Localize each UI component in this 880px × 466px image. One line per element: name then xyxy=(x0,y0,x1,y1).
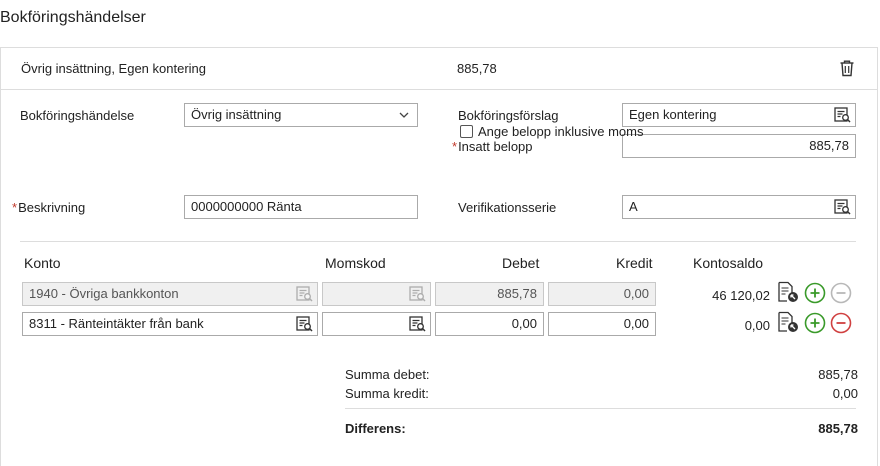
debit-field: 885,78 xyxy=(435,282,544,306)
event-amount: 885,78 xyxy=(457,61,497,76)
difference-value: 885,78 xyxy=(818,421,858,436)
vat-code-field xyxy=(322,282,431,306)
lookup-icon[interactable] xyxy=(834,107,851,123)
divider xyxy=(20,241,856,242)
required-marker: * xyxy=(12,200,18,215)
lookup-icon xyxy=(296,286,313,302)
incl-vat-checkbox[interactable] xyxy=(460,125,473,138)
lookup-icon[interactable] xyxy=(834,199,851,215)
summary-divider xyxy=(345,408,856,409)
series-field[interactable]: A xyxy=(622,195,856,219)
account-value: 1940 - Övriga bankkonton xyxy=(29,286,179,301)
account-value: 8311 - Ränteintäkter från bank xyxy=(29,316,204,331)
sum-debit-label: Summa debet: xyxy=(345,367,430,382)
account-info-icon[interactable] xyxy=(777,311,799,333)
remove-row-icon xyxy=(830,282,852,304)
account-field: 1940 - Övriga bankkonton xyxy=(22,282,318,306)
col-header-account: Konto xyxy=(24,255,61,271)
remove-row-icon[interactable] xyxy=(830,312,852,334)
col-header-vat: Momskod xyxy=(325,255,386,271)
event-select-value: Övrig insättning xyxy=(191,107,282,122)
credit-field: 0,00 xyxy=(548,282,656,306)
event-description: Övrig insättning, Egen kontering xyxy=(21,61,206,76)
incl-vat-option[interactable]: Ange belopp inklusive moms xyxy=(460,124,643,139)
account-info-icon[interactable] xyxy=(777,281,799,303)
description-input[interactable]: 0000000000 Ränta xyxy=(184,195,418,219)
col-header-balance: Kontosaldo xyxy=(693,255,764,271)
series-label: Verifikationsserie xyxy=(458,200,557,215)
trash-icon[interactable] xyxy=(837,58,857,78)
amount-label: *Insatt belopp xyxy=(452,139,533,154)
required-marker: * xyxy=(452,139,458,154)
description-label-text: Beskrivning xyxy=(18,200,86,215)
credit-input[interactable]: 0,00 xyxy=(548,312,656,336)
balance-value: 46 120,02 xyxy=(712,288,770,303)
sum-credit-value: 0,00 xyxy=(832,386,858,401)
proposal-label: Bokföringsförslag xyxy=(458,108,559,123)
proposal-value: Egen kontering xyxy=(629,107,717,122)
page-title: Bokföringshändelser xyxy=(0,9,146,26)
lookup-icon[interactable] xyxy=(296,316,313,332)
col-header-debit: Debet xyxy=(502,255,540,271)
sum-debit-value: 885,78 xyxy=(818,367,858,382)
difference-label: Differens: xyxy=(345,421,406,436)
event-summary-header: Övrig insättning, Egen kontering 885,78 xyxy=(1,48,877,90)
add-row-icon[interactable] xyxy=(804,282,826,304)
debit-input[interactable]: 0,00 xyxy=(435,312,544,336)
vat-code-field[interactable] xyxy=(322,312,431,336)
amount-input[interactable]: 885,78 xyxy=(622,134,856,158)
add-row-icon[interactable] xyxy=(804,312,826,334)
lookup-icon[interactable] xyxy=(409,316,426,332)
event-select[interactable]: Övrig insättning xyxy=(184,103,418,127)
chevron-down-icon xyxy=(399,112,409,118)
balance-value: 0,00 xyxy=(744,318,770,333)
lookup-icon xyxy=(409,286,426,302)
incl-vat-label: Ange belopp inklusive moms xyxy=(478,124,644,139)
col-header-credit: Kredit xyxy=(616,255,653,271)
account-field[interactable]: 8311 - Ränteintäkter från bank xyxy=(22,312,318,336)
sum-credit-label: Summa kredit: xyxy=(345,386,429,401)
series-value: A xyxy=(629,199,638,214)
event-label: Bokföringshändelse xyxy=(20,108,135,123)
description-label: *Beskrivning xyxy=(12,200,85,215)
amount-label-text: Insatt belopp xyxy=(458,139,533,154)
proposal-field[interactable]: Egen kontering xyxy=(622,103,856,127)
